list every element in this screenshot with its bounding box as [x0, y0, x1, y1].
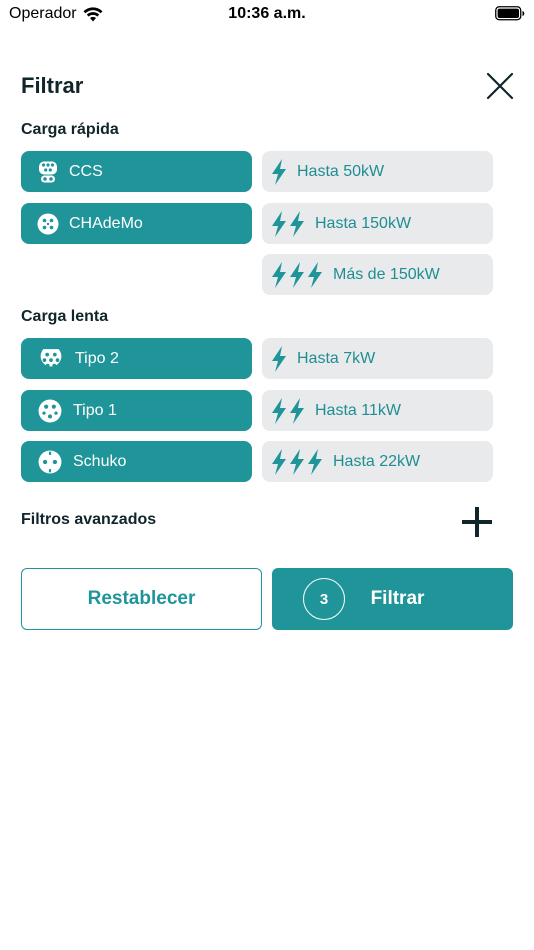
power-level-3	[271, 448, 325, 475]
bolt-icon	[272, 261, 286, 288]
advanced-filters-label: Filtros avanzados	[21, 511, 157, 528]
reset-button[interactable]: Restablecer	[21, 568, 262, 630]
power-level-2	[271, 210, 307, 237]
power-over-150kw-label: Más de 150kW	[333, 265, 440, 283]
fast-charge-title: Carga rápida	[21, 121, 119, 138]
power-level-1	[271, 345, 289, 372]
power-22kw-label: Hasta 22kW	[333, 452, 421, 470]
page-title: Filtrar	[21, 73, 84, 98]
connector-tipo2-label: Tipo 2	[75, 349, 119, 367]
bolt-icon	[272, 448, 286, 475]
bolt-icon	[272, 158, 286, 185]
bolt-icon	[272, 397, 286, 424]
bolt-icon	[290, 448, 304, 475]
power-50kw-chip[interactable]: Hasta 50kW	[262, 151, 493, 192]
slow-charge-title: Carga lenta	[21, 308, 109, 325]
power-level-2	[271, 397, 307, 424]
power-level-3	[271, 261, 325, 288]
connector-ccs-label: CCS	[69, 162, 103, 180]
bolt-icon	[290, 210, 304, 237]
battery-icon	[495, 6, 525, 21]
connector-chademo-chip[interactable]: CHAdeMo	[21, 203, 252, 244]
close-icon[interactable]	[484, 70, 516, 102]
power-150kw-chip[interactable]: Hasta 150kW	[262, 203, 493, 244]
power-11kw-label: Hasta 11kW	[315, 401, 401, 419]
status-bar: Operador 10:36 a.m.	[0, 0, 534, 30]
chademo-connector-icon	[37, 213, 59, 234]
plus-icon[interactable]	[460, 505, 494, 539]
clock: 10:36 a.m.	[228, 5, 306, 22]
type2-connector-icon	[40, 348, 62, 367]
power-50kw-label: Hasta 50kW	[297, 162, 385, 180]
bolt-icon	[272, 210, 286, 237]
power-22kw-chip[interactable]: Hasta 22kW	[262, 441, 493, 482]
connector-schuko-label: Schuko	[73, 452, 127, 470]
power-7kw-chip[interactable]: Hasta 7kW	[262, 338, 493, 379]
connector-tipo1-chip[interactable]: Tipo 1	[21, 390, 252, 431]
type1-connector-icon	[38, 399, 62, 422]
power-11kw-chip[interactable]: Hasta 11kW	[262, 390, 493, 431]
filter-button[interactable]: 3 Filtrar	[272, 568, 513, 630]
bolt-icon	[308, 448, 322, 475]
power-150kw-label: Hasta 150kW	[315, 214, 412, 232]
filter-button-label: Filtrar	[370, 588, 425, 609]
power-level-1	[271, 158, 289, 185]
schuko-connector-icon	[38, 450, 62, 473]
bolt-icon	[272, 345, 286, 372]
connector-tipo1-label: Tipo 1	[73, 401, 117, 419]
bolt-icon	[290, 261, 304, 288]
bolt-icon	[290, 397, 304, 424]
connector-chademo-label: CHAdeMo	[69, 214, 143, 232]
connector-tipo2-chip[interactable]: Tipo 2	[21, 338, 252, 379]
reset-button-label: Restablecer	[87, 588, 196, 609]
power-7kw-label: Hasta 7kW	[297, 349, 376, 367]
power-over-150kw-chip[interactable]: Más de 150kW	[262, 254, 493, 295]
filter-count-badge: 3	[303, 578, 345, 620]
connector-ccs-chip[interactable]: CCS	[21, 151, 252, 192]
bolt-icon	[308, 261, 322, 288]
connector-schuko-chip[interactable]: Schuko	[21, 441, 252, 482]
ccs-connector-icon	[39, 161, 57, 182]
